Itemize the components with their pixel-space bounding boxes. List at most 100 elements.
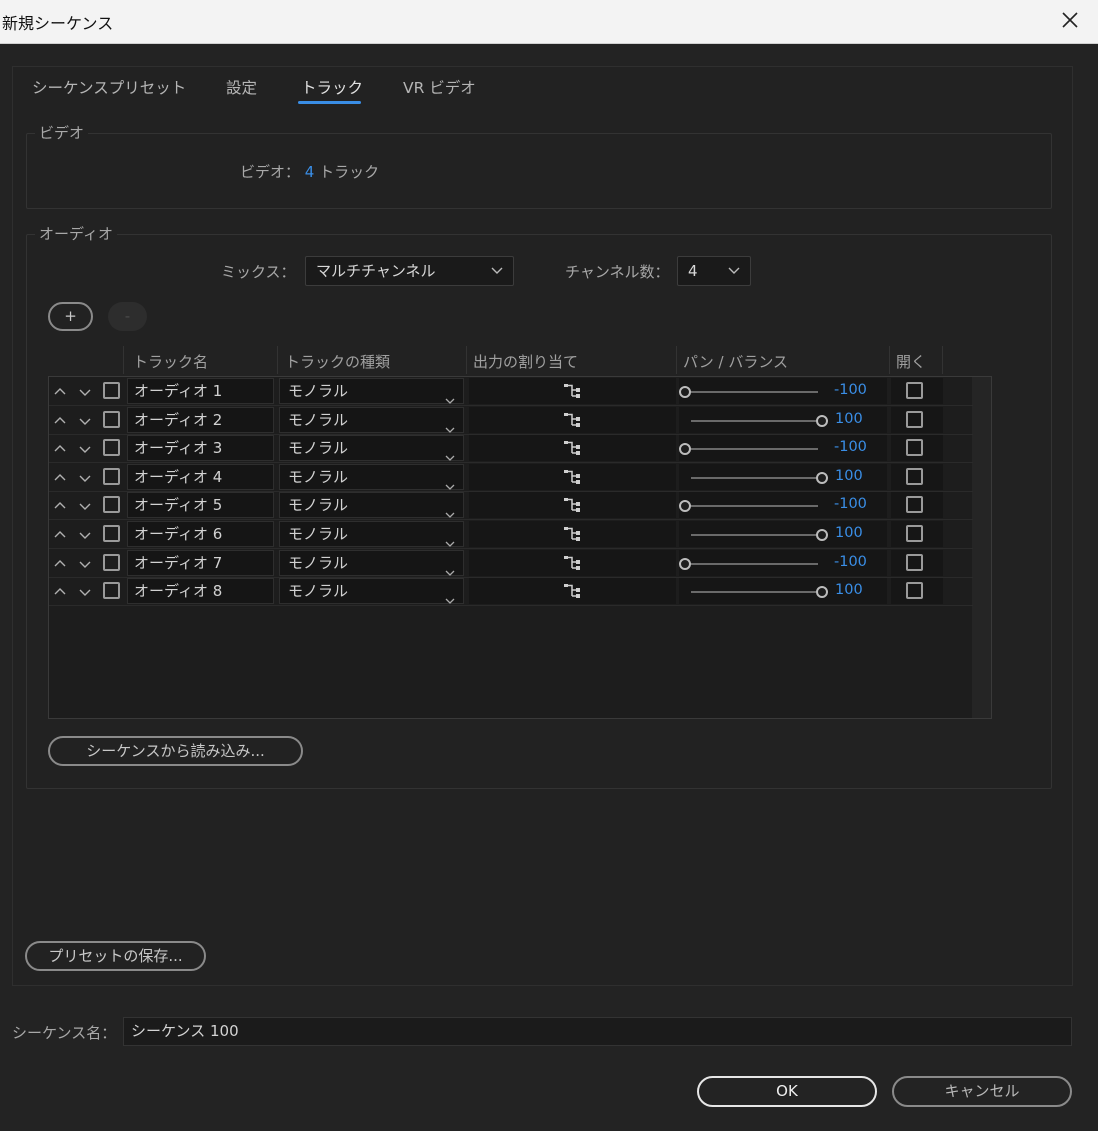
output-assign-cell[interactable] bbox=[469, 435, 676, 462]
track-select-checkbox[interactable] bbox=[103, 496, 120, 514]
pan-slider-knob[interactable] bbox=[816, 586, 828, 599]
pan-slider-knob[interactable] bbox=[679, 386, 691, 398]
track-name-field[interactable]: オーディオ 4 bbox=[127, 463, 274, 490]
move-down-icon[interactable] bbox=[79, 413, 91, 425]
move-down-icon[interactable] bbox=[79, 498, 91, 511]
track-type-select[interactable]: モノラル bbox=[279, 378, 464, 404]
track-type-select[interactable]: モノラル bbox=[279, 406, 464, 433]
pan-value[interactable]: 100 bbox=[835, 582, 863, 598]
open-checkbox[interactable] bbox=[906, 496, 923, 514]
move-down-icon[interactable] bbox=[79, 527, 91, 539]
pan-slider-knob[interactable] bbox=[679, 500, 691, 513]
pan-slider-track[interactable] bbox=[691, 448, 818, 451]
open-checkbox[interactable] bbox=[906, 439, 923, 457]
close-icon[interactable] bbox=[1060, 10, 1080, 30]
track-name-field[interactable]: オーディオ 2 bbox=[127, 406, 274, 433]
track-name-field[interactable]: オーディオ 3 bbox=[127, 435, 274, 462]
tab-vr-video[interactable]: VR ビデオ bbox=[403, 76, 476, 98]
open-checkbox[interactable] bbox=[906, 467, 923, 485]
open-checkbox[interactable] bbox=[906, 553, 923, 571]
import-from-sequence-button[interactable]: シーケンスから読み込み... bbox=[48, 736, 303, 766]
move-up-icon[interactable] bbox=[54, 384, 66, 396]
pan-value[interactable]: 100 bbox=[835, 525, 863, 541]
open-checkbox[interactable] bbox=[906, 382, 923, 399]
track-name-field[interactable]: オーディオ 5 bbox=[127, 492, 274, 519]
track-select-checkbox[interactable] bbox=[103, 467, 120, 485]
pan-slider-knob[interactable] bbox=[816, 414, 828, 427]
pan-value[interactable]: -100 bbox=[834, 382, 867, 398]
pan-slider-track[interactable] bbox=[691, 419, 816, 422]
track-select-checkbox[interactable] bbox=[103, 410, 120, 428]
video-count-value[interactable]: 4 bbox=[305, 163, 315, 181]
track-name-field[interactable]: オーディオ 7 bbox=[127, 549, 274, 576]
tab-sequence-presets[interactable]: シーケンスプリセット bbox=[32, 76, 186, 98]
pan-slider-track[interactable] bbox=[691, 476, 816, 479]
move-up-icon[interactable] bbox=[54, 413, 66, 425]
move-up-icon[interactable] bbox=[54, 441, 66, 453]
mix-select[interactable]: マルチチャンネル bbox=[305, 256, 514, 286]
move-down-icon[interactable] bbox=[79, 441, 91, 454]
pan-value[interactable]: -100 bbox=[834, 496, 867, 512]
move-down-icon[interactable] bbox=[79, 384, 91, 396]
track-type-select[interactable]: モノラル bbox=[279, 492, 464, 519]
output-assign-cell[interactable] bbox=[469, 549, 676, 576]
track-type-select[interactable]: モノラル bbox=[279, 549, 464, 576]
output-assign-cell[interactable] bbox=[469, 578, 676, 605]
pan-slider-knob[interactable] bbox=[816, 471, 828, 484]
channels-select[interactable]: 4 bbox=[677, 256, 751, 286]
open-checkbox[interactable] bbox=[906, 525, 923, 542]
output-assign-cell[interactable] bbox=[469, 463, 676, 490]
track-name-field[interactable]: オーディオ 1 bbox=[127, 378, 274, 404]
track-select-checkbox[interactable] bbox=[103, 582, 120, 600]
open-checkbox[interactable] bbox=[906, 410, 923, 428]
pan-value[interactable]: 100 bbox=[835, 468, 863, 484]
pan-slider-track[interactable] bbox=[691, 534, 816, 536]
output-assign-cell[interactable] bbox=[469, 406, 676, 433]
pan-value[interactable]: 100 bbox=[835, 411, 863, 427]
table-scrollbar[interactable] bbox=[972, 377, 991, 718]
track-type-value: モノラル bbox=[288, 410, 349, 429]
tab-tracks[interactable]: トラック bbox=[301, 76, 363, 98]
pan-slider-track[interactable] bbox=[691, 591, 816, 594]
open-cell bbox=[891, 378, 943, 404]
pan-slider-knob[interactable] bbox=[679, 557, 691, 570]
output-assign-cell[interactable] bbox=[469, 521, 676, 547]
cancel-button[interactable]: キャンセル bbox=[892, 1076, 1072, 1107]
mix-label: ミックス： bbox=[221, 263, 296, 281]
move-down-icon[interactable] bbox=[79, 584, 91, 597]
track-select-checkbox[interactable] bbox=[103, 382, 120, 399]
chevron-down-icon bbox=[728, 267, 740, 274]
save-preset-button[interactable]: プリセットの保存... bbox=[25, 941, 206, 971]
add-track-button[interactable]: + bbox=[48, 302, 93, 331]
pan-value[interactable]: -100 bbox=[834, 439, 867, 455]
pan-slider-track[interactable] bbox=[691, 505, 818, 508]
track-type-select[interactable]: モノラル bbox=[279, 463, 464, 490]
move-down-icon[interactable] bbox=[79, 470, 91, 482]
ok-button[interactable]: OK bbox=[697, 1076, 877, 1107]
track-select-checkbox[interactable] bbox=[103, 525, 120, 542]
tab-settings[interactable]: 設定 bbox=[226, 76, 257, 98]
move-up-icon[interactable] bbox=[54, 498, 66, 510]
move-up-icon[interactable] bbox=[54, 556, 66, 568]
move-up-icon[interactable] bbox=[54, 470, 66, 482]
open-checkbox[interactable] bbox=[906, 582, 923, 600]
track-select-checkbox[interactable] bbox=[103, 439, 120, 457]
move-down-icon[interactable] bbox=[79, 556, 91, 568]
pan-slider-track[interactable] bbox=[691, 562, 818, 565]
remove-track-button[interactable]: - bbox=[108, 302, 147, 331]
move-up-icon[interactable] bbox=[54, 527, 66, 539]
track-name-field[interactable]: オーディオ 6 bbox=[127, 521, 274, 547]
output-assign-cell[interactable] bbox=[469, 492, 676, 519]
track-type-select[interactable]: モノラル bbox=[279, 435, 464, 462]
track-type-select[interactable]: モノラル bbox=[279, 521, 464, 547]
pan-value[interactable]: -100 bbox=[834, 554, 867, 570]
track-select-checkbox[interactable] bbox=[103, 553, 120, 571]
track-type-select[interactable]: モノラル bbox=[279, 578, 464, 605]
pan-slider-knob[interactable] bbox=[816, 529, 828, 541]
pan-slider-track[interactable] bbox=[691, 391, 818, 393]
pan-slider-knob[interactable] bbox=[679, 443, 691, 456]
sequence-name-input[interactable]: シーケンス 100 bbox=[123, 1017, 1072, 1046]
output-assign-cell[interactable] bbox=[469, 378, 676, 404]
move-up-icon[interactable] bbox=[54, 584, 66, 596]
track-name-field[interactable]: オーディオ 8 bbox=[127, 578, 274, 605]
